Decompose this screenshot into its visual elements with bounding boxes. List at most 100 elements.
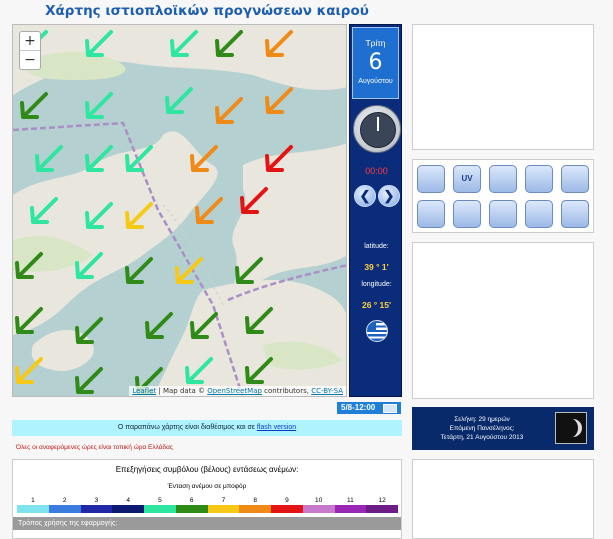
time-display: 00:00 <box>365 166 388 176</box>
zoom-control: + − <box>19 31 41 70</box>
wind-arrow <box>75 367 103 394</box>
forecast-map[interactable]: + − Leaflet | Map data © OpenStreetMap c… <box>12 24 347 397</box>
forecast-timestamp[interactable]: 5/8-12:00 <box>337 402 401 414</box>
usage-header: Τρόπος χρήσης της εφαρμογής: <box>13 517 401 530</box>
scale-level-swatch <box>80 505 113 513</box>
dial-hand <box>377 117 379 131</box>
scale-level-number: 3 <box>94 497 99 504</box>
lightning-icon[interactable] <box>417 200 445 228</box>
wind-arrow <box>85 30 113 57</box>
wind-arrow <box>190 312 218 339</box>
legend-subtitle: Ένταση ανέμου σε μποφόρ <box>167 483 247 490</box>
wind-legend: Επεξηγήσεις συμβόλου (βέλους) εντάσεως α… <box>12 459 402 539</box>
time-dial[interactable] <box>353 105 401 153</box>
timestamp-label: 5/8-12:00 <box>341 403 376 412</box>
wind-arrow <box>240 187 268 214</box>
openstreetmap-link[interactable]: OpenStreetMap <box>207 387 262 395</box>
swimming-icon[interactable] <box>561 165 589 193</box>
notice-text: Ο παραπάνω χάρτης είναι διαθέσιμος και σ… <box>117 424 257 431</box>
car-weather-icon[interactable] <box>417 165 445 193</box>
scale-level: 3 <box>80 496 113 513</box>
video-camera-icon[interactable] <box>453 200 481 228</box>
wind-arrow <box>20 92 48 119</box>
scale-level: 1 <box>17 496 49 513</box>
scale-level-swatch <box>207 505 240 513</box>
flash-notice: Ο παραπάνω χάρτης είναι διαθέσιμος και σ… <box>12 420 402 436</box>
scale-level-number: 6 <box>189 497 194 504</box>
day-number: 6 <box>368 50 383 75</box>
wind-arrow <box>190 145 218 172</box>
scale-level-swatch <box>17 505 49 513</box>
wind-arrow <box>75 317 103 344</box>
greek-flag-icon[interactable] <box>366 320 388 342</box>
wind-arrow <box>145 312 173 339</box>
scale-level-number: 12 <box>378 497 386 504</box>
wind-arrow <box>185 357 213 384</box>
wind-arrow <box>215 30 243 57</box>
local-time-note: Όλες οι αναφερόμενες ώρες είναι τοπική ώ… <box>16 444 174 451</box>
scale-level-number: 10 <box>315 497 323 504</box>
wind-arrow <box>75 252 103 279</box>
scale-level-swatch <box>302 505 335 513</box>
wind-arrow <box>215 97 243 124</box>
scale-level: 5 <box>144 496 176 513</box>
scale-level: 9 <box>271 496 303 513</box>
page-title: Χάρτης ιστιοπλοϊκών προγνώσεων καιρού <box>45 3 369 19</box>
tools-icon-grid: UVbing <box>412 159 594 233</box>
world-map-icon[interactable] <box>525 200 553 228</box>
wind-arrow <box>235 257 263 284</box>
next-time-button[interactable]: ❯ <box>378 185 400 207</box>
wind-arrow <box>265 30 293 57</box>
wind-arrow <box>175 257 203 284</box>
flash-version-link[interactable]: flash version <box>257 424 296 431</box>
wind-arrow <box>30 197 58 224</box>
scale-level: 4 <box>112 496 144 513</box>
scale-level-swatch <box>239 505 271 513</box>
latitude-value: 39 ° 1' <box>364 262 389 272</box>
scale-level-number: 8 <box>253 497 257 504</box>
sailing-icon[interactable] <box>525 165 553 193</box>
scale-level-swatch <box>366 505 398 513</box>
tools-icon[interactable] <box>561 200 589 228</box>
wind-arrow <box>170 30 198 57</box>
moon-phase-box: Σελήνη: 29 ημερών Επόμενη Πανσέληνος: Τε… <box>412 407 594 450</box>
books-icon[interactable] <box>489 165 517 193</box>
month-name: Αυγούστου <box>358 78 393 85</box>
scale-level-swatch <box>48 505 81 513</box>
scale-level: 11 <box>334 496 367 513</box>
scale-level-number: 5 <box>158 497 162 504</box>
side-panel-middle <box>412 242 594 399</box>
scale-level-number: 9 <box>285 497 289 504</box>
prev-time-button[interactable]: ❮ <box>354 185 376 207</box>
side-panel-top <box>412 24 594 150</box>
uv-index-icon[interactable]: UV <box>453 165 481 193</box>
wind-arrow <box>265 87 293 114</box>
scale-level-swatch <box>175 505 208 513</box>
scale-level-swatch <box>144 505 176 513</box>
leaflet-link[interactable]: Leaflet <box>132 387 156 395</box>
zoom-in-button[interactable]: + <box>20 32 40 51</box>
attribution-sep-2: contributors, <box>261 387 312 395</box>
greece-map-icon[interactable] <box>489 200 517 228</box>
day-name: Τρίτη <box>365 38 386 48</box>
scale-level-number: 2 <box>62 497 67 504</box>
next-full-moon-label: Επόμενη Πανσέληνος: <box>449 425 515 432</box>
next-full-moon-date: Τετάρτη, 21 Αυγούστου 2013 <box>440 434 524 441</box>
license-link[interactable]: CC-BY-SA <box>311 387 343 395</box>
map-attribution: Leaflet | Map data © OpenStreetMap contr… <box>129 386 346 396</box>
wind-arrow <box>125 202 153 229</box>
wind-arrow <box>15 357 43 384</box>
scale-level-swatch <box>334 505 367 513</box>
zoom-out-button[interactable]: − <box>20 51 40 69</box>
scale-level: 2 <box>48 496 81 513</box>
wind-arrow <box>15 252 43 279</box>
wind-arrow-layer <box>15 30 293 394</box>
wind-arrow <box>15 307 43 334</box>
beaufort-scale: 1 2 3 4 5 6 7 8 9 10 11 12 <box>17 496 398 513</box>
wind-arrow <box>265 145 293 172</box>
moon-phase-icon <box>555 412 587 444</box>
scale-level: 12 <box>366 496 398 513</box>
wind-arrow <box>245 307 273 334</box>
latitude-label: latitude: <box>364 243 389 250</box>
wind-arrow <box>165 87 193 114</box>
